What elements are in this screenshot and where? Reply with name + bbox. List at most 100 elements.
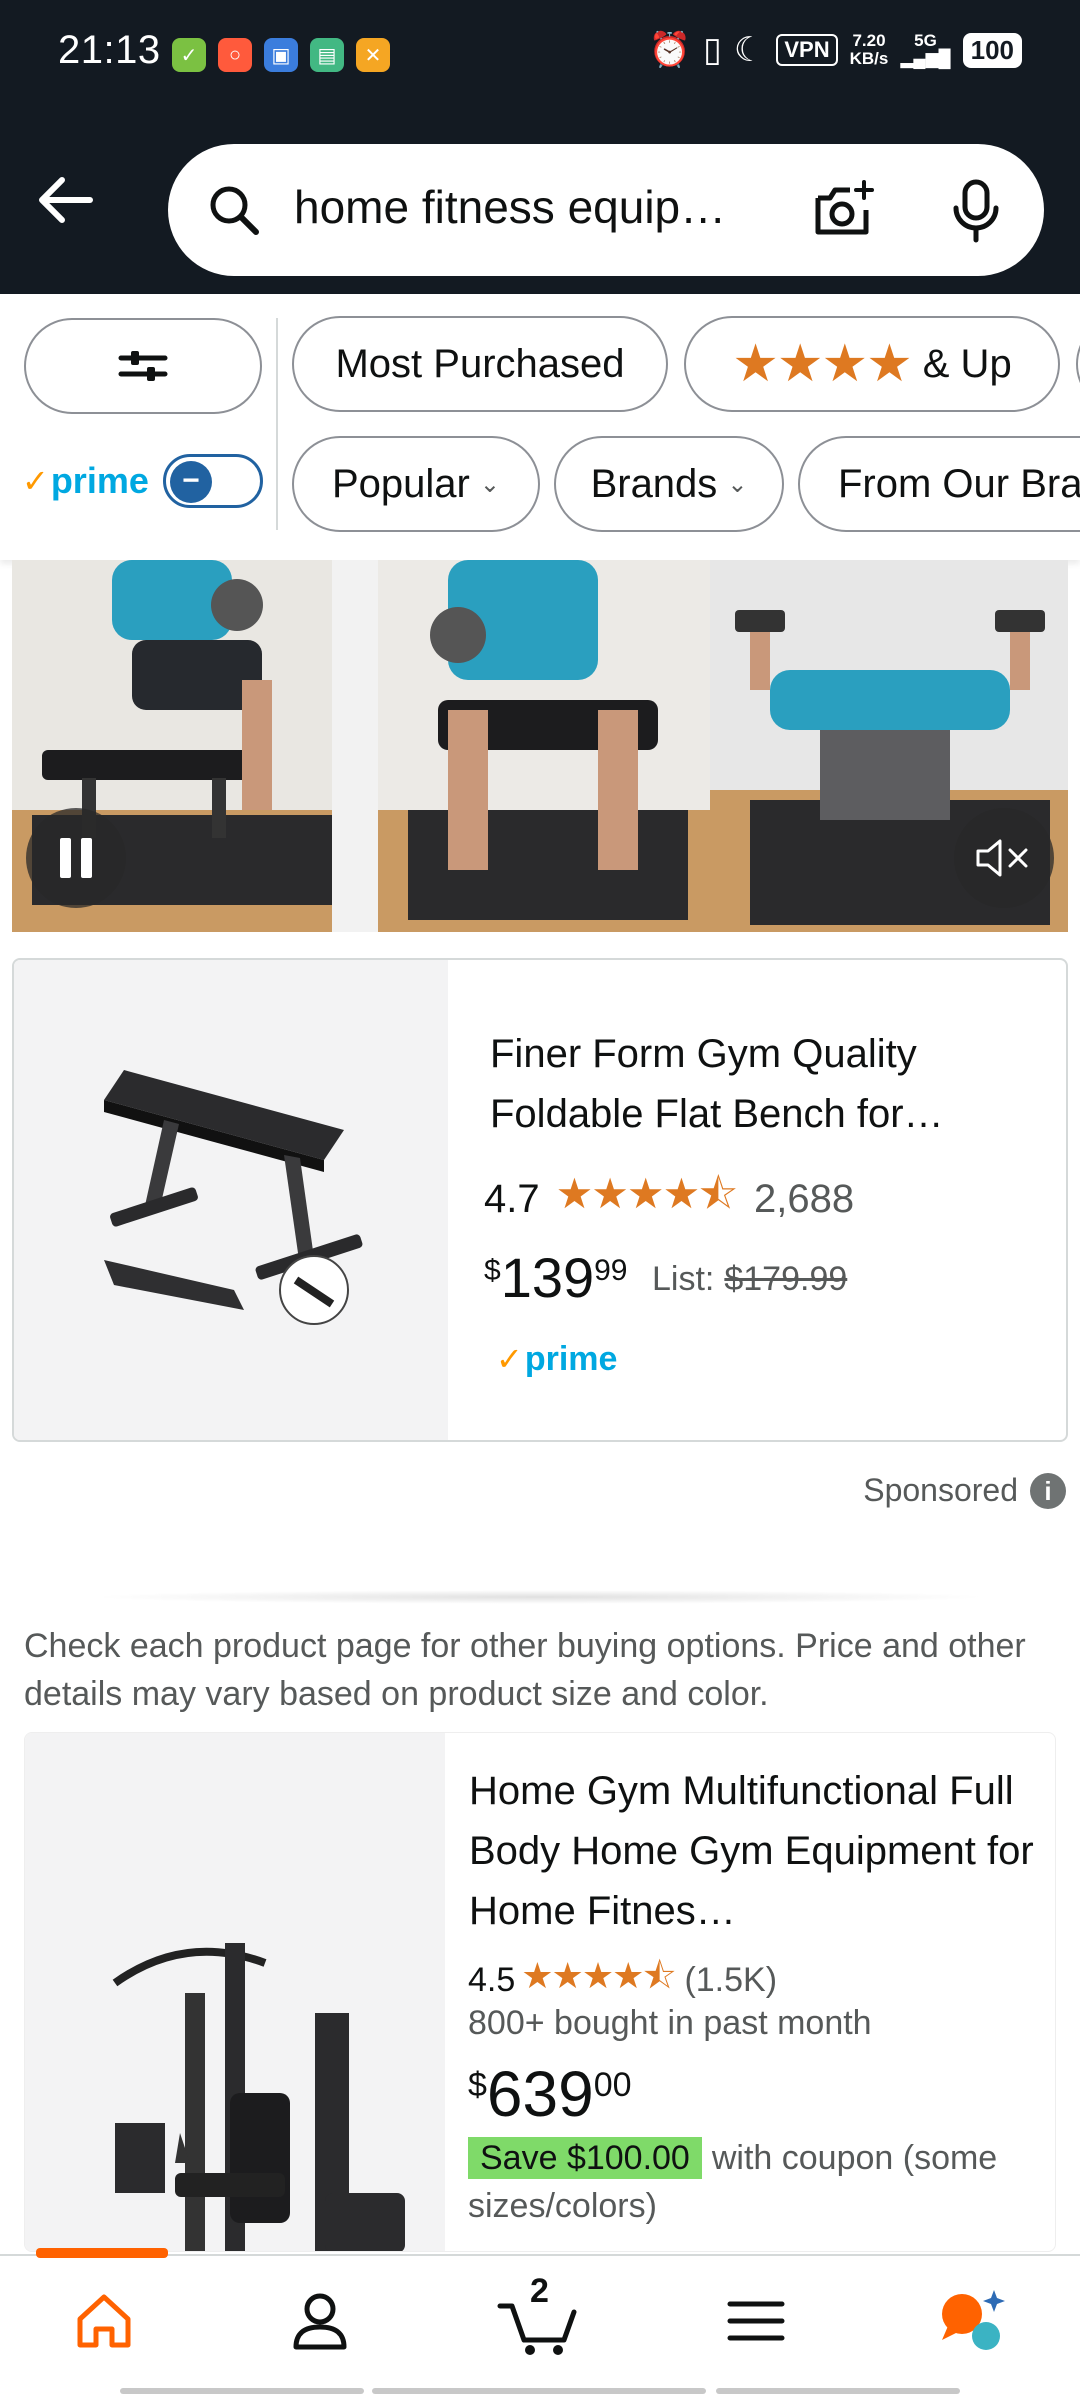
bottom-navigation: 2 [0, 2248, 1080, 2400]
bag-app-icon: ▣ [264, 38, 298, 72]
sponsored-product-title[interactable]: Finer Form Gym Quality Foldable Flat Ben… [490, 1024, 1030, 1144]
gesture-bar-left [120, 2388, 364, 2394]
nav-account[interactable] [270, 2276, 370, 2366]
chip-from-our-brands-label: From Our Bra [838, 461, 1080, 506]
network-type-label: 5G [914, 31, 937, 50]
chevron-down-icon: ⌄ [727, 470, 748, 498]
product-rating-row[interactable]: 4.5 ★★★★⯪ (1.5K) [468, 1950, 777, 2011]
pause-icon [60, 838, 92, 878]
toggle-minus-icon: − [169, 461, 212, 503]
filter-bar: Most Purchased ★★★★ & Up ✓ prime − Popul… [0, 294, 1080, 560]
search-icon [210, 186, 259, 235]
user-icon [293, 2293, 347, 2350]
search-header: home fitness equip… [0, 112, 1080, 294]
prime-check-icon: ✓ [496, 1341, 523, 1377]
chip-from-our-brands[interactable]: From Our Bra [798, 436, 1080, 532]
search-input[interactable]: home fitness equip… [294, 180, 814, 234]
network-speed-value: 7.20 [852, 31, 886, 50]
chip-most-purchased-label: Most Purchased [335, 341, 625, 386]
network-speed: 7.20 KB/s [850, 32, 889, 68]
rating-count: (1.5K) [684, 1961, 778, 1999]
home-icon [77, 2294, 131, 2348]
chip-star-rating-label: & Up [922, 341, 1012, 386]
alarm-icon: ⏰ [648, 31, 692, 69]
pause-button[interactable] [26, 808, 126, 908]
product-image[interactable] [14, 960, 448, 1440]
prime-badge: ✓prime [496, 1340, 617, 1379]
chip-popular[interactable]: Popular ⌄ [292, 436, 540, 532]
utility-app-icon: ▤ [310, 38, 344, 72]
sponsored-label[interactable]: Sponsored i [863, 1472, 1066, 1509]
coupon-row[interactable]: Save $100.00 with coupon (some sizes/colo… [468, 2134, 1048, 2230]
flat-bench-image [104, 1070, 363, 1325]
chip-next-partial[interactable] [1076, 316, 1080, 412]
list-price-value: $179.99 [724, 1260, 848, 1298]
hamburger-menu-icon [727, 2301, 785, 2341]
buying-options-disclaimer: Check each product page for other buying… [24, 1627, 1026, 1713]
moon-icon: ☾ [733, 31, 765, 69]
rating-count: 2,688 [754, 1177, 855, 1221]
video-ad[interactable] [12, 560, 1068, 932]
price-fraction: 00 [593, 2066, 632, 2104]
camera-icon [815, 180, 874, 235]
chip-brands[interactable]: Brands ⌄ [554, 436, 784, 532]
price-whole: 639 [486, 2058, 594, 2130]
circle-app-icon: ○ [218, 38, 252, 72]
prime-badge-label: prime [524, 1340, 618, 1378]
vpn-badge: VPN [776, 34, 838, 66]
list-price: List: $179.99 [652, 1260, 847, 1299]
sponsored-rating-row[interactable]: 4.7 ★★★★⯪ 2,688 [484, 1164, 854, 1235]
nav-home[interactable] [54, 2276, 154, 2366]
price-symbol: $ [484, 1254, 501, 1287]
bench-curl-image [378, 560, 710, 932]
status-time: 21:13 [58, 28, 161, 72]
cart-count: 2 [530, 2272, 549, 2310]
chevron-down-icon: ⌄ [479, 470, 500, 498]
prime-logo: prime [50, 460, 149, 501]
bought-past-month: 800+ bought in past month [468, 2004, 872, 2042]
nav-cart[interactable]: 2 [488, 2272, 588, 2366]
back-arrow-icon [39, 177, 93, 223]
four-stars-icon: ★★★★ [732, 335, 912, 393]
muted-speaker-icon [976, 839, 1028, 877]
voice-search-button[interactable] [946, 174, 1006, 246]
filter-divider [276, 318, 278, 530]
mute-button[interactable] [954, 808, 1054, 908]
nav-menu[interactable] [706, 2276, 806, 2366]
chip-most-purchased[interactable]: Most Purchased [292, 316, 668, 412]
product-price: $ 639 00 [468, 2060, 632, 2128]
rating-value: 4.7 [484, 1177, 540, 1221]
product-title[interactable]: Home Gym Multifunctional Full Body Home … [469, 1761, 1045, 1941]
camera-search-button[interactable] [808, 174, 880, 246]
back-button[interactable] [30, 164, 102, 236]
section-separator [90, 1590, 990, 1604]
chip-star-rating[interactable]: ★★★★ & Up [684, 316, 1060, 412]
signal-bars-icon: ▂▄▆█ [900, 49, 951, 68]
price-whole: 139 [500, 1246, 595, 1309]
chip-brands-label: Brands [590, 461, 718, 506]
network-speed-unit: KB/s [849, 49, 889, 68]
sliders-icon [118, 351, 168, 381]
checklist-app-icon: ✓ [172, 38, 206, 72]
system-status-icons: ⏰ ▯ ☾ VPN 7.20 KB/s 5G ▂▄▆█ 100 [649, 30, 1022, 70]
info-icon: i [1030, 1472, 1066, 1509]
nav-rufus[interactable] [924, 2276, 1024, 2366]
home-gym-image [112, 1943, 405, 2251]
prime-filter-toggle[interactable]: ✓ prime − [22, 454, 263, 508]
active-tab-indicator [36, 2248, 168, 2258]
sponsored-product-card[interactable]: Finer Form Gym Quality Foldable Flat Ben… [12, 958, 1068, 1442]
amazon-search-results-page: 21:13 ✓ ○ ▣ ▤ ✕ ⏰ ▯ ☾ VPN 7.20 KB/s 5G ▂… [0, 0, 1080, 2400]
product-image[interactable] [25, 1733, 445, 2251]
search-box[interactable]: home fitness equip… [168, 144, 1044, 276]
star-rating-icon: ★★★★⯪ [521, 1955, 676, 1996]
gesture-bar-right [716, 2388, 960, 2394]
star-rating-icon: ★★★★⯪ [555, 1170, 738, 1217]
filter-settings-button[interactable] [24, 318, 262, 414]
rating-value: 4.5 [468, 1961, 516, 1999]
price-symbol: $ [468, 2066, 487, 2104]
tools-app-icon: ✕ [356, 38, 390, 72]
sponsored-text: Sponsored [863, 1472, 1018, 1508]
price-fraction: 99 [594, 1254, 628, 1287]
prime-toggle-switch[interactable]: − [162, 454, 263, 508]
notification-icons: ✓ ○ ▣ ▤ ✕ [172, 38, 390, 72]
